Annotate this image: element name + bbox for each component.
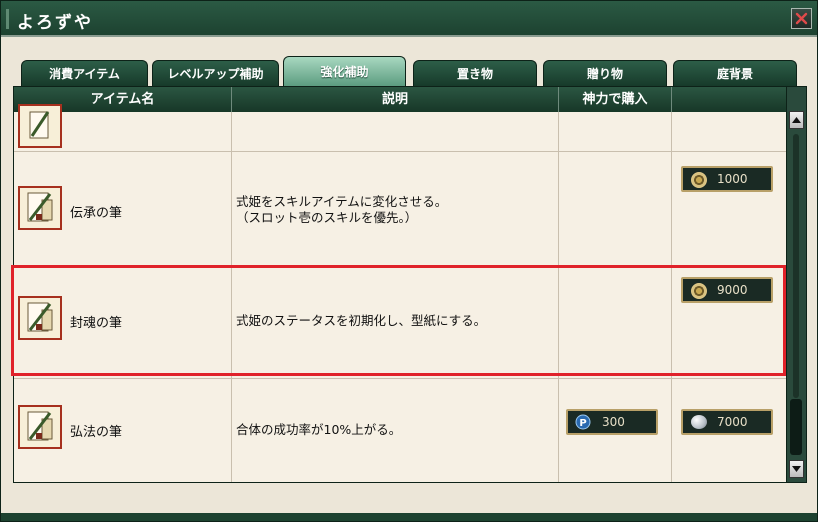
tab-ornaments[interactable]: 置き物 (413, 60, 537, 86)
selected-row-highlight (11, 265, 786, 376)
brush-scroll-icon (18, 186, 62, 230)
pearl-icon (691, 415, 707, 429)
price-value: 1000 (717, 172, 748, 186)
scroll-track[interactable] (793, 134, 799, 398)
table-row[interactable]: 弘法の筆 合体の成功率が10%上がる。 P 300 7000 (14, 379, 786, 482)
table-header: アイテム名 説明 神力で購入 (14, 87, 786, 112)
close-button[interactable] (791, 8, 812, 29)
item-name: 弘法の筆 (70, 425, 123, 440)
header-description: 説明 (232, 87, 559, 112)
table-row[interactable]: 伝承の筆 式姫をスキルアイテムに変化させる。 （スロット壱のスキルを優先。） 1… (14, 152, 786, 266)
vertical-scrollbar[interactable] (786, 87, 806, 482)
coin-price-button[interactable]: 7000 (681, 409, 773, 435)
item-description: 合体の成功率が10%上がる。 (236, 422, 402, 437)
title-bar: よろずや (1, 1, 817, 37)
coin-price-button[interactable]: 1000 (681, 166, 773, 192)
tab-garden-background[interactable]: 庭背景 (673, 60, 797, 86)
window-title: よろずや (17, 13, 93, 33)
brush-scroll-icon (18, 104, 62, 148)
arrow-up-icon (792, 117, 801, 123)
brush-scroll-icon (18, 405, 62, 449)
shop-window: よろずや 消費アイテム レベルアップ補助 強化補助 置き物 贈り物 庭背景 アイ… (0, 0, 818, 522)
header-buy-shinryoku: 神力で購入 (559, 87, 672, 112)
scroll-down-button[interactable] (789, 460, 804, 478)
price-value: 7000 (717, 415, 748, 429)
title-grip (6, 9, 9, 29)
scroll-up-button[interactable] (789, 111, 804, 129)
coin-icon (691, 172, 707, 188)
shinryoku-price-button[interactable]: P 300 (566, 409, 658, 435)
header-buy-coin (672, 87, 786, 112)
table-row[interactable] (14, 104, 786, 152)
arrow-down-icon (792, 466, 801, 472)
tab-consumables[interactable]: 消費アイテム (21, 60, 148, 86)
svg-text:P: P (579, 418, 586, 429)
price-value: 300 (602, 415, 625, 429)
window-bottom-border (1, 513, 817, 521)
p-point-icon: P (575, 414, 591, 430)
tab-level-up[interactable]: レベルアップ補助 (152, 60, 279, 86)
item-name: 伝承の筆 (70, 206, 123, 221)
item-description: 式姫をスキルアイテムに変化させる。 （スロット壱のスキルを優先。） (236, 194, 448, 225)
tab-gifts[interactable]: 贈り物 (543, 60, 667, 86)
scroll-thumb[interactable] (790, 399, 802, 455)
close-icon (795, 12, 808, 25)
tab-enhancement[interactable]: 強化補助 (283, 56, 406, 86)
